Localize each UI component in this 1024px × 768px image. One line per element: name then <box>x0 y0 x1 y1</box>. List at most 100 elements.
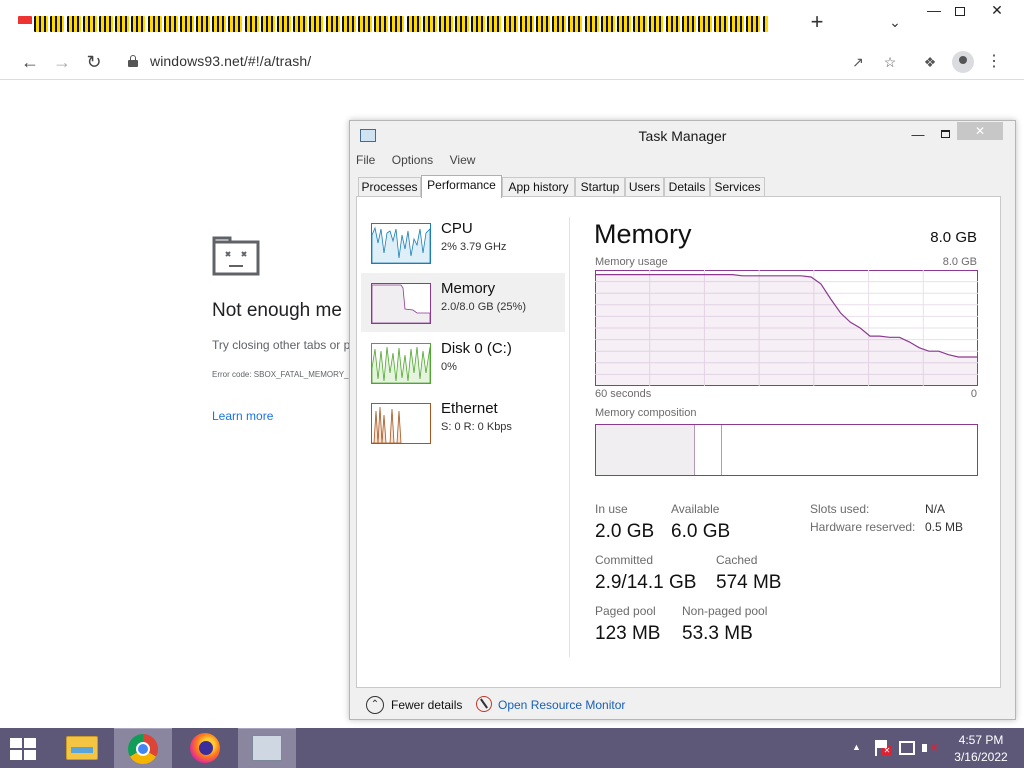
minimize-button[interactable]: — <box>922 2 946 22</box>
puzzle-icon[interactable]: ❖ <box>920 52 940 72</box>
tab-favicon[interactable] <box>179 16 194 32</box>
tab-favicon[interactable] <box>519 16 534 32</box>
close-button[interactable]: ✕ <box>957 122 1003 140</box>
tab-services[interactable]: Services <box>710 177 765 197</box>
tab-favicon[interactable] <box>746 16 761 32</box>
tab-favicon[interactable] <box>616 16 631 32</box>
learn-more-link[interactable]: Learn more <box>212 409 273 423</box>
tab-favicon[interactable] <box>163 16 178 32</box>
task-manager-window[interactable]: Task Manager — ✕ File Options View Proce… <box>349 120 1016 720</box>
start-button[interactable] <box>10 738 38 760</box>
tab-favicon[interactable] <box>714 16 729 32</box>
tab-favicon[interactable] <box>18 16 32 32</box>
action-center-flag-icon[interactable]: ✕ <box>875 740 892 756</box>
tab-favicon[interactable] <box>34 16 49 32</box>
taskbar-file-explorer[interactable] <box>52 728 110 768</box>
share-icon[interactable]: ↗ <box>848 52 868 72</box>
maximize-button[interactable] <box>950 4 970 20</box>
tab-favicon[interactable] <box>665 16 680 32</box>
lock-icon[interactable] <box>128 55 138 67</box>
tab-favicon[interactable] <box>422 16 437 32</box>
open-resource-monitor-link[interactable]: Open Resource Monitor <box>498 698 625 712</box>
tab-startup[interactable]: Startup <box>575 177 625 197</box>
sidebar-item-disk[interactable]: Disk 0 (C:) 0% <box>361 333 565 392</box>
tab-favicon[interactable] <box>438 16 453 32</box>
composition-modified[interactable] <box>695 425 722 475</box>
tab-favicon[interactable] <box>406 16 421 32</box>
tab-performance[interactable]: Performance <box>421 175 502 198</box>
tab-processes[interactable]: Processes <box>358 177 421 197</box>
menu-view[interactable]: View <box>450 153 476 167</box>
menu-options[interactable]: Options <box>392 153 433 167</box>
tab-favicon[interactable] <box>503 16 518 32</box>
tab-favicon[interactable] <box>681 16 696 32</box>
resource-monitor-icon[interactable] <box>476 696 492 712</box>
network-icon[interactable] <box>899 741 915 755</box>
tab-favicon[interactable] <box>228 16 243 32</box>
taskbar-firefox[interactable] <box>176 728 234 768</box>
tab-favicon[interactable] <box>147 16 162 32</box>
address-bar[interactable]: windows93.net/#!/a/trash/ ↗ ☆ <box>116 47 916 77</box>
tab-favicon[interactable] <box>487 16 502 32</box>
tab-favicon[interactable] <box>536 16 550 32</box>
taskbar-chrome[interactable] <box>114 728 172 768</box>
tab-favicon[interactable] <box>697 16 712 32</box>
fewer-details-button[interactable]: Fewer details <box>391 698 462 712</box>
close-button[interactable]: ✕ <box>985 2 1009 22</box>
url-text[interactable]: windows93.net/#!/a/trash/ <box>150 53 311 69</box>
avatar-icon[interactable] <box>952 51 974 73</box>
clock-date[interactable]: 3/16/2022 <box>946 750 1016 764</box>
tab-favicon[interactable] <box>341 16 356 32</box>
tab-favicon[interactable] <box>260 16 275 32</box>
tab-favicon[interactable] <box>762 16 768 32</box>
tab-app-history[interactable]: App history <box>502 177 575 197</box>
arrow-left-icon[interactable]: ← <box>18 50 42 74</box>
star-icon[interactable]: ☆ <box>880 52 900 72</box>
tab-favicon[interactable] <box>730 16 745 32</box>
tab-favicon[interactable] <box>309 16 324 32</box>
tab-users[interactable]: Users <box>625 177 664 197</box>
tab-favicon[interactable] <box>357 16 372 32</box>
tab-favicon[interactable] <box>212 16 227 32</box>
tab-favicon[interactable] <box>82 16 97 32</box>
tab-favicon[interactable] <box>325 16 340 32</box>
tab-favicon[interactable] <box>600 16 615 32</box>
memory-composition-bar[interactable] <box>595 424 978 476</box>
tab-favicon[interactable] <box>244 16 259 32</box>
clock-time[interactable]: 4:57 PM <box>946 733 1016 747</box>
sidebar-item-cpu[interactable]: CPU 2% 3.79 GHz <box>361 213 565 272</box>
sidebar-item-ethernet[interactable]: Ethernet S: 0 R: 0 Kbps <box>361 393 565 452</box>
sidebar-item-memory[interactable]: Memory 2.0/8.0 GB (25%) <box>361 273 565 332</box>
reload-icon[interactable]: ↻ <box>82 50 106 74</box>
kebab-icon[interactable]: ⋮ <box>986 52 1002 72</box>
chevron-down-icon[interactable]: ⌄ <box>886 14 904 32</box>
tab-favicon[interactable] <box>196 16 211 32</box>
tab-favicon[interactable] <box>471 16 486 32</box>
tab-favicon[interactable] <box>568 16 583 32</box>
chevron-up-icon[interactable]: ⌃ <box>366 696 384 714</box>
tab-favicon[interactable] <box>390 16 405 32</box>
title-bar[interactable]: Task Manager — ✕ <box>350 121 1015 149</box>
tab-favicon[interactable] <box>277 16 291 32</box>
tab-favicon[interactable] <box>98 16 113 32</box>
tab-favicon[interactable] <box>115 16 130 32</box>
tab-favicon[interactable] <box>552 16 567 32</box>
tab-details[interactable]: Details <box>664 177 710 197</box>
taskbar-task-manager[interactable] <box>238 728 296 768</box>
tab-favicon[interactable] <box>131 16 146 32</box>
tab-list[interactable] <box>18 16 768 36</box>
volume-muted-icon[interactable]: ✕ <box>922 741 938 755</box>
tab-favicon[interactable] <box>584 16 599 32</box>
composition-in-use[interactable] <box>596 425 695 475</box>
tab-favicon[interactable] <box>66 16 81 32</box>
maximize-button[interactable] <box>935 127 955 143</box>
menu-file[interactable]: File <box>356 153 375 167</box>
tab-favicon[interactable] <box>455 16 470 32</box>
tab-favicon[interactable] <box>633 16 648 32</box>
arrow-right-icon[interactable]: → <box>50 50 74 74</box>
tab-favicon[interactable] <box>293 16 308 32</box>
minimize-button[interactable]: — <box>908 127 928 143</box>
chevron-up-icon[interactable]: ▲ <box>852 742 861 752</box>
tab-favicon[interactable] <box>649 16 664 32</box>
tab-favicon[interactable] <box>374 16 389 32</box>
